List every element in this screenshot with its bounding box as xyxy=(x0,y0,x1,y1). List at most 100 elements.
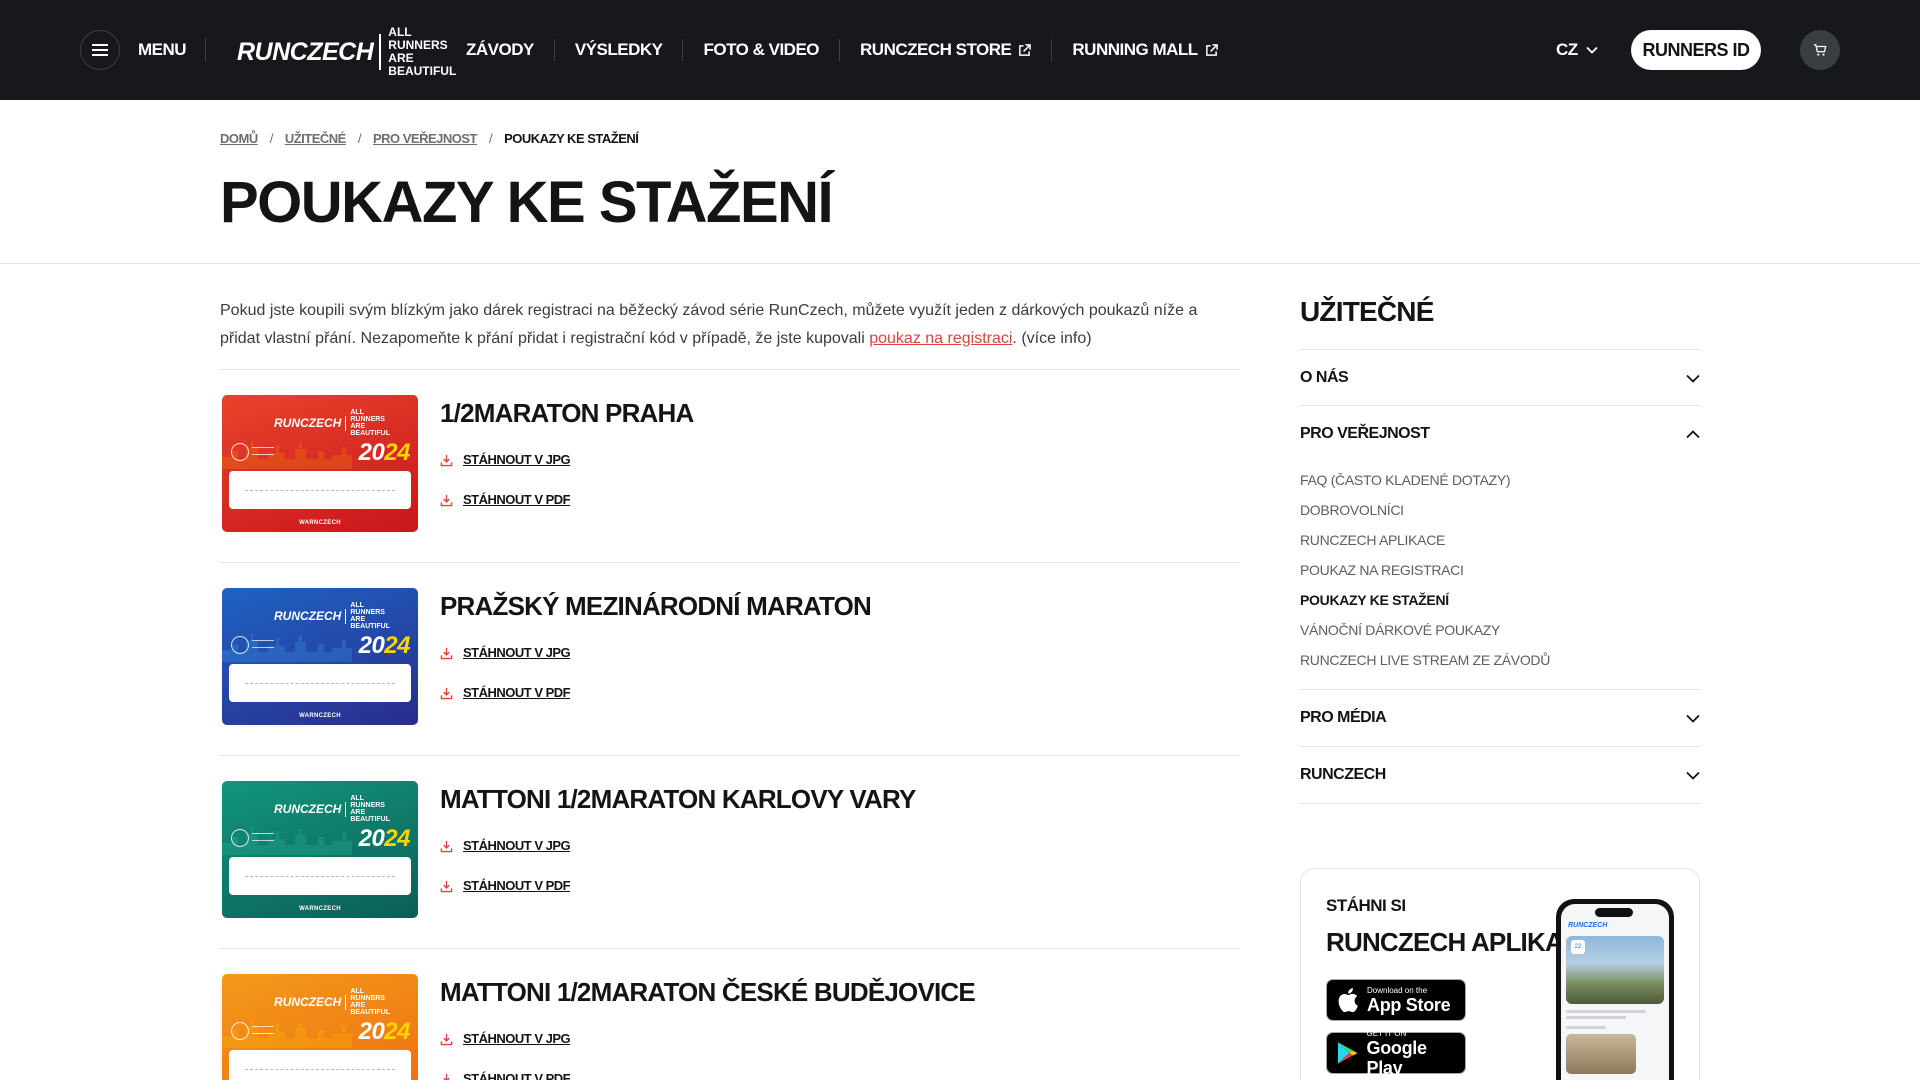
google-play-big-label: Google Play xyxy=(1366,1037,1428,1078)
breadcrumb-link-home[interactable]: DOMŮ xyxy=(220,130,258,148)
race-badge xyxy=(231,636,249,654)
accordion-o-nas[interactable]: O NÁS xyxy=(1300,366,1700,390)
cart-button[interactable] xyxy=(1800,30,1840,70)
voucher-logo-wordmark: RUNCZECH xyxy=(274,609,342,623)
race-badge xyxy=(231,1022,249,1040)
voucher-preview-image[interactable]: RUNCZECHALL RUNNERS ARE BEAUTIFUL2024WAR… xyxy=(222,588,418,725)
menu-label[interactable]: MENU xyxy=(138,39,187,61)
race-badge-text xyxy=(252,1026,274,1034)
chevron-down-icon xyxy=(1686,771,1700,780)
download-icon xyxy=(440,647,453,659)
language-selector[interactable]: CZ xyxy=(1556,39,1598,61)
sidebar-link-runczech-aplikace[interactable]: RUNCZECH APLIKACE xyxy=(1300,530,1445,550)
download-pdf-label: STÁHNOUT V PDF xyxy=(463,878,571,893)
download-jpg-label: STÁHNOUT V JPG xyxy=(463,645,571,660)
voucher-year: 2024 xyxy=(359,825,411,853)
google-play-button[interactable]: GET IT ON Google Play xyxy=(1326,1029,1466,1078)
chevron-down-icon xyxy=(1586,46,1598,54)
sidebar-link-dobrovolnici[interactable]: DOBROVOLNÍCI xyxy=(1300,500,1404,520)
breadcrumb: DOMŮ / UŽITEČNÉ / PRO VEŘEJNOST / POUKAZ… xyxy=(220,130,639,148)
google-play-text: GET IT ON Google Play xyxy=(1367,1029,1465,1078)
sidebar-link-live-stream[interactable]: RUNCZECH LIVE STREAM ZE ZÁVODŮ xyxy=(1300,650,1550,670)
external-link-icon xyxy=(1205,43,1218,56)
google-play-small-label: GET IT ON xyxy=(1366,1028,1407,1038)
download-jpg-link[interactable]: STÁHNOUT V JPG xyxy=(440,837,571,855)
logo-divider xyxy=(379,34,382,70)
divider xyxy=(1300,689,1700,690)
sidebar-link-vanocni-poukazy[interactable]: VÁNOČNÍ DÁRKOVÉ POUKAZY xyxy=(1300,620,1500,640)
sidebar-link-faq[interactable]: FAQ (ČASTO KLADENÉ DOTAZY) xyxy=(1300,470,1511,490)
app-store-text: Download on the App Store xyxy=(1367,986,1451,1015)
voucher-logo-divider xyxy=(345,994,347,1010)
voucher-logo-wordmark: RUNCZECH xyxy=(274,802,342,816)
download-jpg-link[interactable]: STÁHNOUT V JPG xyxy=(440,644,571,662)
voucher-footer: WARNCZECH xyxy=(299,520,341,526)
accordion-label: PRO MÉDIA xyxy=(1300,709,1387,726)
sidebar-link-poukazy-ke-stazeni[interactable]: POUKAZY KE STAŽENÍ xyxy=(1300,590,1449,610)
phone-race-photo-2 xyxy=(1566,1034,1636,1074)
main-nav: ZÁVODY VÝSLEDKY FOTO & VIDEO RUNCZECH ST… xyxy=(466,38,1218,62)
download-pdf-link[interactable]: STÁHNOUT V PDF xyxy=(440,684,571,702)
voucher-logo-divider xyxy=(345,608,347,624)
chevron-down-icon xyxy=(1686,374,1700,383)
phone-date-badge: 22 xyxy=(1571,940,1585,954)
breadcrumb-link-pro-verejnost[interactable]: PRO VEŘEJNOST xyxy=(373,130,478,148)
runners-id-button[interactable]: RUNNERS ID xyxy=(1631,30,1761,70)
download-jpg-link[interactable]: STÁHNOUT V JPG xyxy=(440,451,571,469)
voucher-logo: RUNCZECH ALL RUNNERS ARE BEAUTIFUL xyxy=(274,409,391,437)
voucher-logo-tagline: ALL RUNNERS ARE BEAUTIFUL xyxy=(350,409,391,437)
download-icon xyxy=(440,1033,453,1045)
sidebar-link-poukaz-na-registraci[interactable]: POUKAZ NA REGISTRACI xyxy=(1300,560,1464,580)
accordion-label: RUNCZECH xyxy=(1300,766,1386,783)
voucher-year-suffix: 24 xyxy=(384,825,410,852)
external-link-icon xyxy=(1019,43,1032,56)
voucher-year: 2024 xyxy=(359,632,411,660)
nav-item-running-mall[interactable]: RUNNING MALL xyxy=(1072,39,1218,61)
download-pdf-link[interactable]: STÁHNOUT V PDF xyxy=(440,877,571,895)
nav-item-vysledky[interactable]: VÝSLEDKY xyxy=(575,39,663,61)
download-icon xyxy=(440,840,453,852)
accordion-pro-verejnost[interactable]: PRO VEŘEJNOST xyxy=(1300,422,1700,446)
race-title: MATTONI 1/2MARATON ČESKÉ BUDĚJOVICE xyxy=(440,977,976,1007)
race-badge xyxy=(231,443,249,461)
download-pdf-link[interactable]: STÁHNOUT V PDF xyxy=(440,491,571,509)
nav-item-runczech-store[interactable]: RUNCZECH STORE xyxy=(860,39,1032,61)
voucher-preview-image[interactable]: RUNCZECHALL RUNNERS ARE BEAUTIFUL2024WAR… xyxy=(222,395,418,532)
site-header: MENU RUNCZECH ALL RUNNERS ARE BEAUTIFUL … xyxy=(0,0,1920,100)
voucher-footer: WARNCZECH xyxy=(299,906,341,912)
accordion-label: O NÁS xyxy=(1300,369,1349,386)
voucher-name-field xyxy=(229,857,411,895)
voucher-registration-link[interactable]: poukaz na registraci xyxy=(869,330,1012,347)
download-pdf-link[interactable]: STÁHNOUT V PDF xyxy=(440,1070,571,1080)
divider xyxy=(1300,405,1700,406)
sidebar-title: UŽITEČNÉ xyxy=(1300,296,1434,327)
header-divider xyxy=(205,38,206,62)
nav-item-zavody[interactable]: ZÁVODY xyxy=(466,39,534,61)
app-promo-title: RUNCZECH APLIKACI xyxy=(1326,927,1588,957)
voucher-preview-image[interactable]: RUNCZECHALL RUNNERS ARE BEAUTIFUL2024WAR… xyxy=(222,974,418,1080)
nav-divider xyxy=(682,39,684,61)
chevron-down-icon xyxy=(1686,714,1700,723)
site-logo[interactable]: RUNCZECH ALL RUNNERS ARE BEAUTIFUL xyxy=(237,26,464,78)
accordion-runczech[interactable]: RUNCZECH xyxy=(1300,763,1700,787)
menu-button[interactable] xyxy=(80,30,120,70)
logo-tagline: ALL RUNNERS ARE BEAUTIFUL xyxy=(388,25,457,78)
app-promo-subtitle: STÁHNI SI xyxy=(1326,896,1406,915)
accordion-pro-media[interactable]: PRO MÉDIA xyxy=(1300,706,1700,730)
download-icon xyxy=(440,454,453,466)
phone-text-line xyxy=(1566,1010,1646,1013)
voucher-year-suffix: 24 xyxy=(384,439,410,466)
phone-app-logo: RUNCZECH xyxy=(1568,922,1608,929)
divider xyxy=(1300,803,1700,804)
nav-label: RUNNING MALL xyxy=(1072,40,1198,59)
divider xyxy=(1300,349,1700,350)
voucher-preview-image[interactable]: RUNCZECHALL RUNNERS ARE BEAUTIFUL2024WAR… xyxy=(222,781,418,918)
voucher-logo: RUNCZECH ALL RUNNERS ARE BEAUTIFUL xyxy=(274,602,390,630)
breadcrumb-link-uzitecne[interactable]: UŽITEČNÉ xyxy=(285,130,347,148)
app-store-button[interactable]: Download on the App Store xyxy=(1326,979,1466,1021)
voucher-logo-wordmark: RUNCZECH xyxy=(274,995,342,1009)
nav-item-foto-video[interactable]: FOTO & VIDEO xyxy=(703,39,819,61)
divider xyxy=(220,948,1240,949)
voucher-year-suffix: 24 xyxy=(384,632,410,659)
download-jpg-link[interactable]: STÁHNOUT V JPG xyxy=(440,1030,571,1048)
